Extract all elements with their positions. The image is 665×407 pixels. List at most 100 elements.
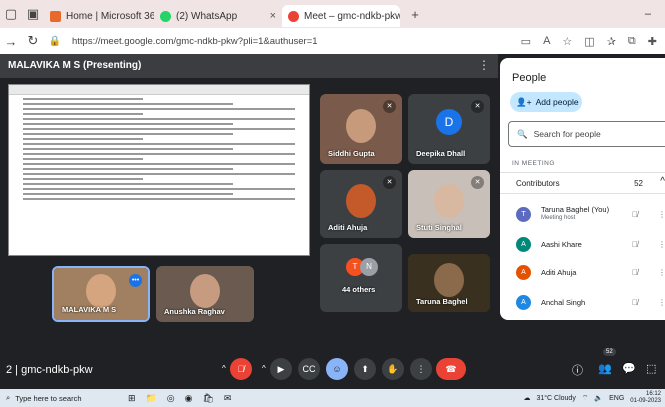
avatar: A <box>516 264 531 280</box>
read-aloud-icon[interactable]: A <box>543 35 550 48</box>
chrome-icon[interactable]: ◉ <box>185 393 193 404</box>
list-item[interactable]: A Aashi Khare 🎙̸ ⋮ <box>500 230 665 258</box>
browser-chrome: ▢ ▣ Home | Microsoft 365 × (2) WhatsApp … <box>0 0 665 54</box>
new-tab-icon[interactable]: + <box>404 7 426 22</box>
tab-meet[interactable]: Meet – gmc-ndkb-pkw × <box>282 5 400 27</box>
present-button[interactable]: ⬆ <box>354 358 376 380</box>
activities-icon[interactable]: ⬚ <box>646 362 656 375</box>
camera-options-icon[interactable]: ^ <box>262 364 266 373</box>
task-view-icon[interactable]: ⊞ <box>128 393 136 404</box>
participant-tile-anushka[interactable]: Anushka Raghav <box>156 266 254 322</box>
mic-off-icon[interactable]: 🎙̸ <box>632 298 638 307</box>
more-options-button[interactable]: ⋮ <box>410 358 432 380</box>
mic-options-icon[interactable]: ^ <box>222 364 226 373</box>
participant-video <box>190 274 220 309</box>
participant-tile-aditi[interactable]: ✕ Aditi Ahuja <box>320 170 402 238</box>
tab-bar: ▢ ▣ Home | Microsoft 365 × (2) WhatsApp … <box>0 0 665 28</box>
avatar: A <box>516 294 531 310</box>
minimize-icon[interactable]: – <box>645 8 651 20</box>
tab-microsoft-365[interactable]: Home | Microsoft 365 × <box>44 5 154 27</box>
mic-off-icon[interactable]: 🎙̸ <box>632 210 638 219</box>
avatar: N <box>360 258 378 276</box>
volume-icon[interactable]: 🔈 <box>594 394 603 402</box>
weather-text[interactable]: 31°C Cloudy <box>536 395 575 402</box>
participant-tile-taruna[interactable]: Taruna Baghel <box>408 254 490 312</box>
camera-icon[interactable]: ▭ <box>521 35 531 48</box>
meet-icon <box>288 10 299 22</box>
mic-off-icon[interactable]: 🎙̸ <box>632 268 638 277</box>
favorites-icon[interactable]: ✰ <box>607 35 616 48</box>
emoji-button[interactable]: ☺ <box>326 358 348 380</box>
window-menu-icon[interactable]: ▢ <box>0 6 22 22</box>
participant-video <box>86 274 116 309</box>
presenting-label: MALAVIKA M S (Presenting) <box>8 60 142 71</box>
search-people-input[interactable]: 🔍 Search for people <box>508 121 665 147</box>
participant-tile-malavika[interactable]: ••• MALAVIKA M S <box>52 266 150 322</box>
reload-icon[interactable]: ↻ <box>22 33 44 49</box>
add-people-button[interactable]: 👤+ Add people <box>510 92 582 112</box>
mic-off-icon: ✕ <box>471 100 484 113</box>
chevron-up-icon[interactable]: ^ <box>660 176 665 187</box>
address-bar: → ↻ 🔒 https://meet.google.com/gmc-ndkb-p… <box>0 28 665 54</box>
participant-tile-stuti[interactable]: ✕ Stuti Singhal <box>408 170 490 238</box>
shared-screen <box>8 84 310 256</box>
mic-toggle-button[interactable]: 🎙̸ <box>230 358 252 380</box>
office-icon <box>50 10 61 22</box>
language-indicator[interactable]: ENG <box>609 395 624 402</box>
avatar: T <box>516 206 531 222</box>
participant-video <box>434 263 464 298</box>
more-options-icon[interactable]: ⋮ <box>658 268 665 277</box>
mic-off-icon[interactable]: 🎙̸ <box>632 240 638 249</box>
more-options-icon[interactable]: ⋮ <box>478 58 490 72</box>
list-item[interactable]: A Anchal Singh 🎙̸ ⋮ <box>500 288 665 316</box>
tab-actions-icon[interactable]: ▣ <box>22 6 44 22</box>
contributors-section[interactable]: Contributors 52 ^ <box>500 172 665 194</box>
mic-off-icon: ✕ <box>383 100 396 113</box>
speaking-icon: ••• <box>129 274 142 287</box>
taskbar-apps: ⊞ 📁 ◎ ◉ 🛍 ✉ <box>128 393 231 404</box>
people-icon[interactable]: 👥 <box>598 362 612 375</box>
system-tray: ☁ 31°C Cloudy ⌔ 🔈 ENG 16:12 01-09-2023 <box>523 391 665 405</box>
edge-icon[interactable]: ◎ <box>167 393 175 404</box>
others-avatars: T N <box>346 258 378 276</box>
info-icon[interactable]: ⓘ <box>572 362 583 378</box>
captions-button[interactable]: CC <box>298 358 320 380</box>
participant-tile-siddhi[interactable]: ✕ Siddhi Gupta <box>320 94 402 164</box>
mic-off-icon: ✕ <box>383 176 396 189</box>
meeting-controls: 2 | gmc-ndkb-pkw ^ 🎙̸ ^ ▶ CC ☺ ⬆ ✋ ⋮ ☎ ⓘ… <box>0 348 665 389</box>
url-field[interactable]: https://meet.google.com/gmc-ndkb-pkw?pli… <box>72 36 521 47</box>
split-screen-icon[interactable]: ◫ <box>584 35 594 48</box>
list-item[interactable]: A Aditi Ahuja 🎙̸ ⋮ <box>500 258 665 286</box>
store-icon[interactable]: 🛍 <box>202 393 213 404</box>
more-options-icon[interactable]: ⋮ <box>658 240 665 249</box>
mic-off-icon: ✕ <box>471 176 484 189</box>
close-tab-icon[interactable]: × <box>270 10 276 22</box>
avatar: D <box>436 109 462 135</box>
mail-icon[interactable]: ✉ <box>224 393 232 404</box>
meeting-code: 2 | gmc-ndkb-pkw <box>6 364 93 376</box>
participant-tile-deepika[interactable]: D ✕ Deepika Dhall <box>408 94 490 164</box>
leave-call-button[interactable]: ☎ <box>436 358 466 380</box>
chat-icon[interactable]: 💬 <box>622 362 636 375</box>
list-item[interactable]: T Taruna Baghel (You) Meeting host 🎙̸ ⋮ <box>500 200 665 228</box>
back-icon[interactable]: → <box>0 34 22 49</box>
wifi-icon[interactable]: ⌔ <box>582 394 589 403</box>
tab-whatsapp[interactable]: (2) WhatsApp × <box>154 5 282 27</box>
favorite-icon[interactable]: ☆ <box>562 35 572 48</box>
file-explorer-icon[interactable]: 📁 <box>146 393 157 404</box>
search-icon: ⌕ <box>6 393 11 402</box>
clock[interactable]: 16:12 01-09-2023 <box>630 391 661 405</box>
participant-video <box>434 183 464 218</box>
taskbar-search-input[interactable]: ⌕ Type here to search <box>6 393 116 403</box>
add-person-icon: 👤+ <box>516 96 532 107</box>
participant-tile-others[interactable]: T N 44 others <box>320 244 402 312</box>
raise-hand-button[interactable]: ✋ <box>382 358 404 380</box>
participant-video <box>346 183 376 218</box>
camera-toggle-button[interactable]: ▶ <box>270 358 292 380</box>
extensions-icon[interactable]: ✚ <box>648 35 657 48</box>
collections-icon[interactable]: ⧉ <box>628 35 636 48</box>
avatar: A <box>516 236 531 252</box>
more-options-icon[interactable]: ⋮ <box>658 210 665 219</box>
meet-stage: MALAVIKA M S (Presenting) ⋮ ✕ Siddhi Gup… <box>0 54 665 389</box>
more-options-icon[interactable]: ⋮ <box>658 298 665 307</box>
